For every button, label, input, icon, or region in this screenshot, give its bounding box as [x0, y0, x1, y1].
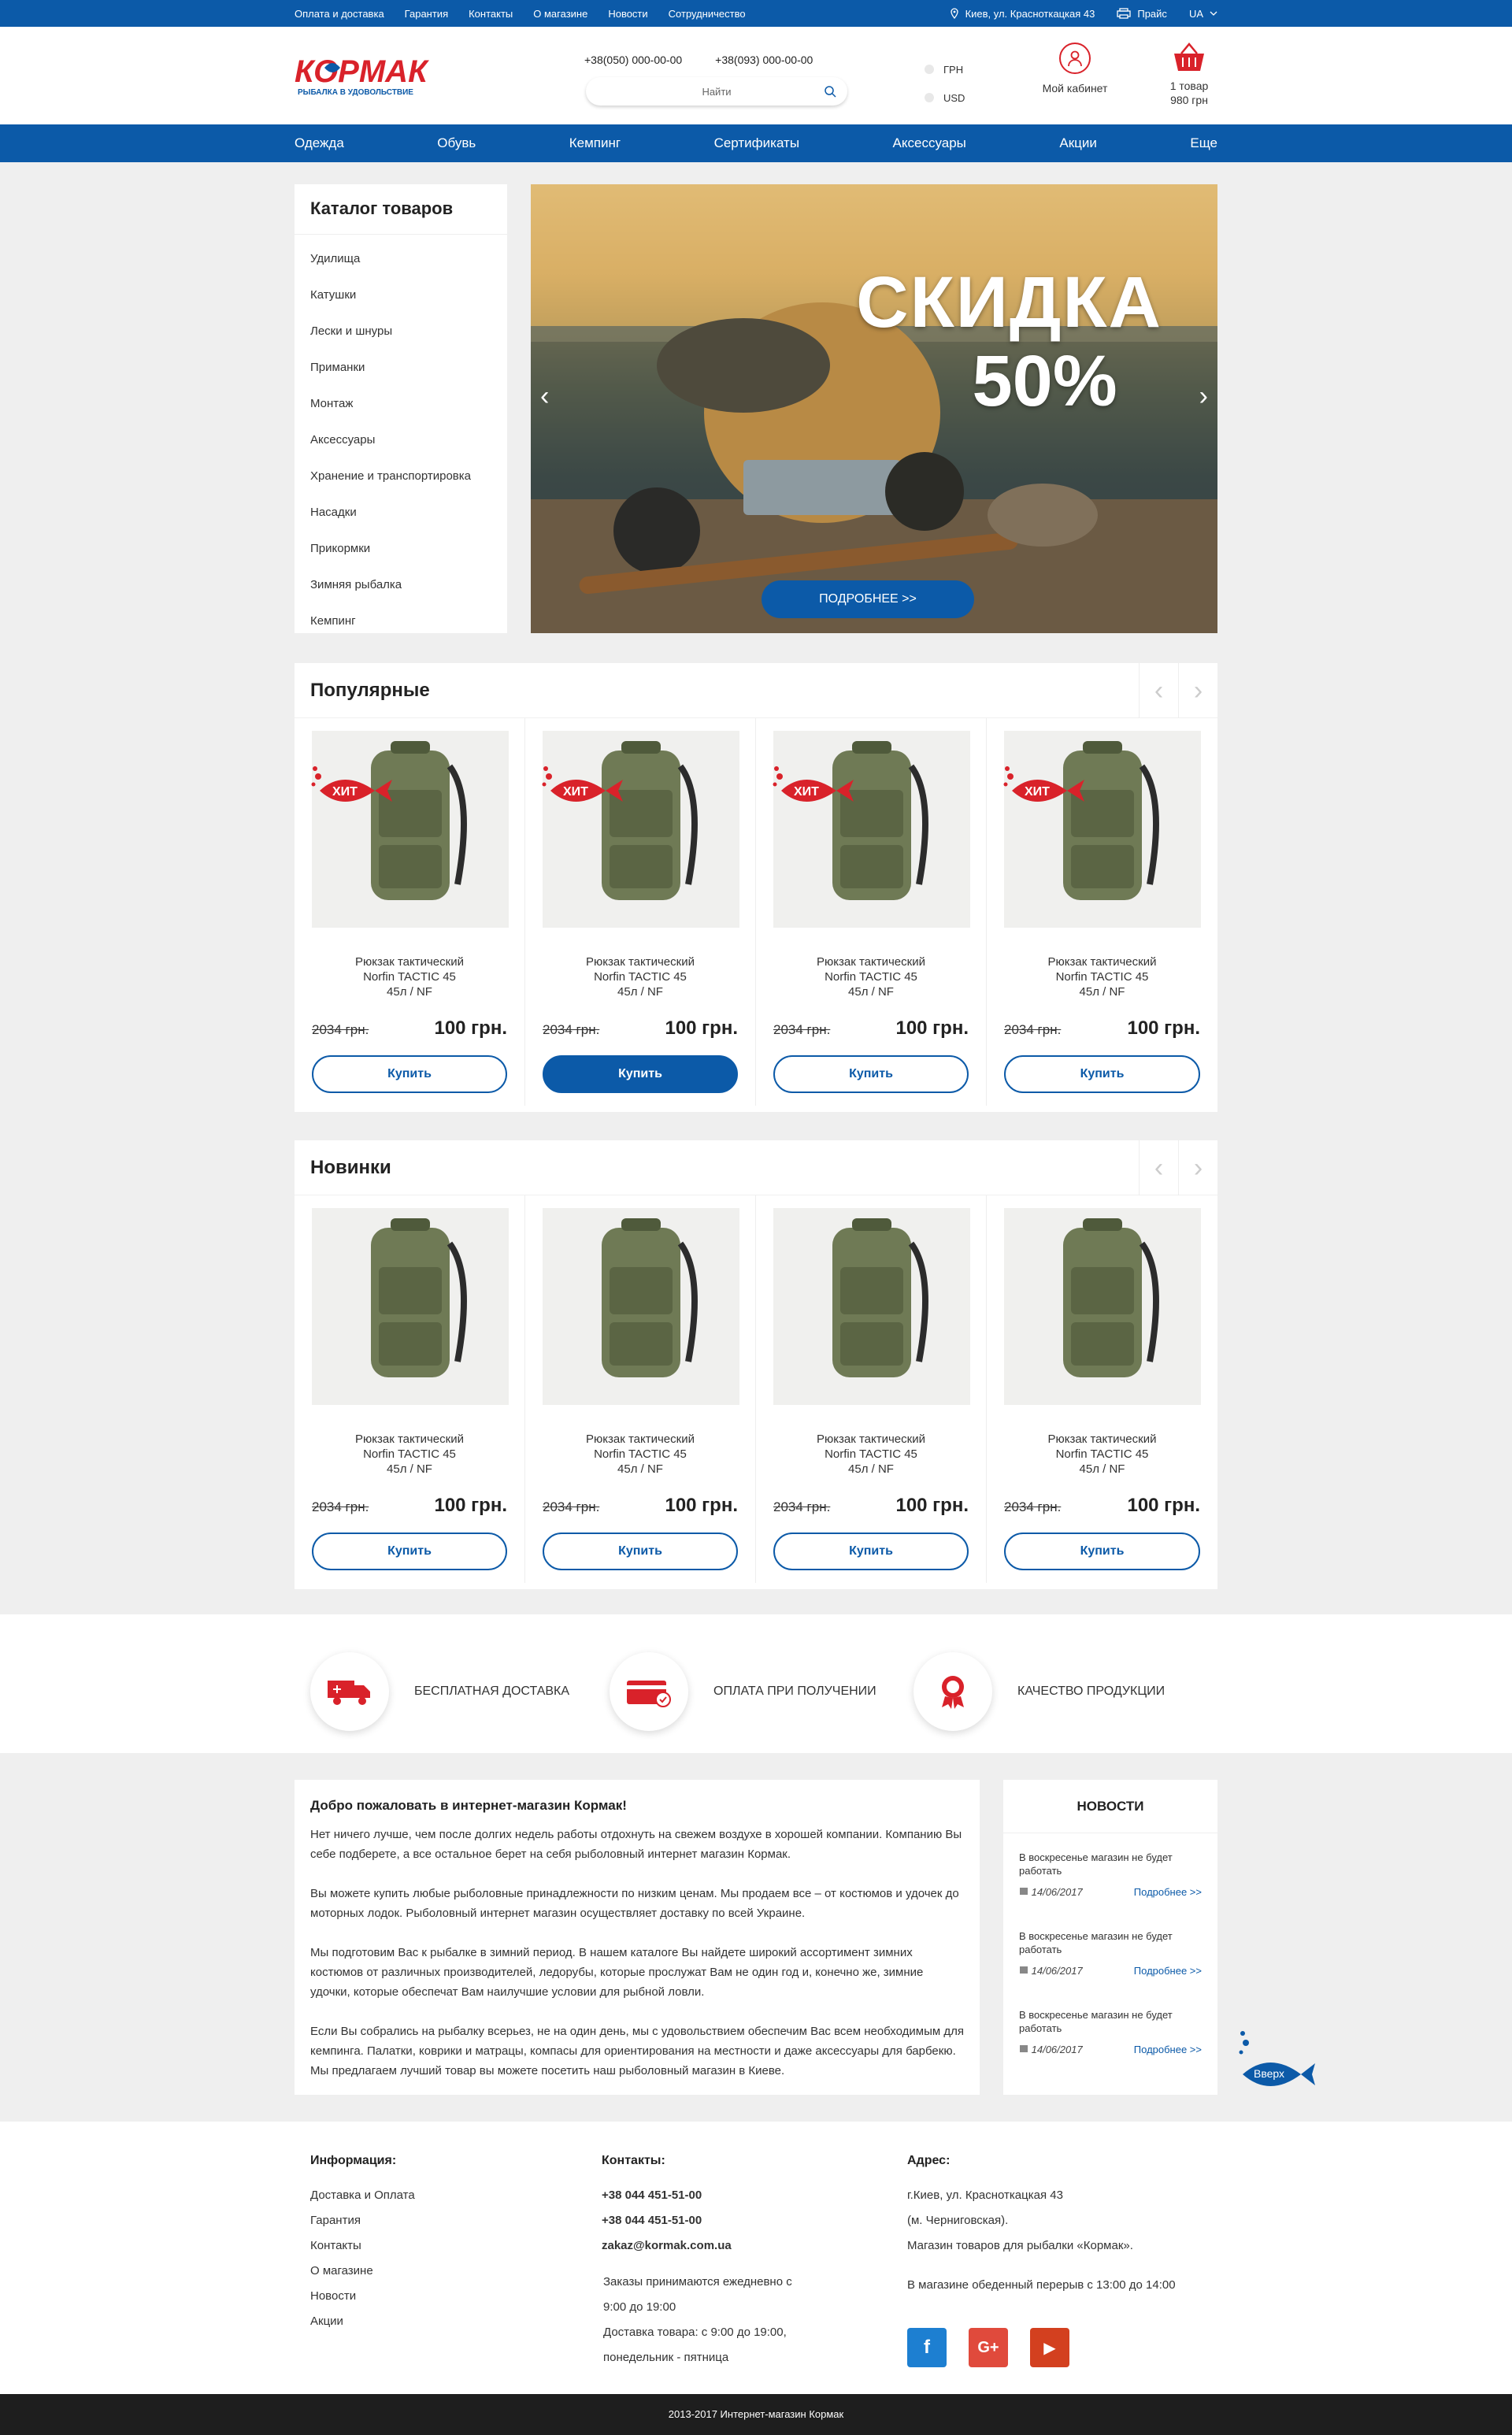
footer: Информация: Доставка и Оплата Гарантия К…: [0, 2122, 1512, 2394]
footer-link[interactable]: Контакты: [310, 2233, 415, 2259]
news-more-link[interactable]: Подробнее >>: [1134, 2043, 1202, 2056]
footer-break-hours: В магазине обеденный перерыв с 13:00 до …: [907, 2278, 1176, 2292]
footer-info-title: Информация:: [310, 2154, 397, 2167]
footer-phone[interactable]: +38 044 451-51-00: [602, 2183, 792, 2208]
social-links: f G+ ▶: [907, 2328, 1069, 2367]
footer-address-line: Магазин товаров для рыбалки «Кормак».: [907, 2239, 1133, 2252]
news-date: 14/06/2017: [1019, 1964, 1083, 1977]
news-item: В воскресенье магазин не будет работать …: [1003, 1833, 1217, 1912]
news-date: 14/06/2017: [1019, 1885, 1083, 1899]
about-paragraph: Вы можете купить любые рыболовные принад…: [310, 1887, 959, 1920]
news-text[interactable]: В воскресенье магазин не будет работать: [1019, 2008, 1202, 2035]
footer-address-title: Адрес:: [907, 2154, 951, 2167]
footer-address-line: (м. Черниговская).: [907, 2214, 1009, 2227]
about-paragraph: Мы подготовим Вас к рыбалке в зимний пер…: [310, 1946, 924, 1999]
footer-link[interactable]: Новости: [310, 2284, 415, 2309]
footer-link[interactable]: Акции: [310, 2309, 415, 2334]
news-item: В воскресенье магазин не будет работать …: [1003, 1912, 1217, 1991]
news-text[interactable]: В воскресенье магазин не будет работать: [1019, 1929, 1202, 1956]
footer-link[interactable]: Гарантия: [310, 2208, 415, 2233]
footer-address-line: г.Киев, ул. Красноткацкая 43: [907, 2189, 1063, 2202]
google-plus-icon[interactable]: G+: [969, 2328, 1008, 2367]
scroll-to-top-button[interactable]: Вверх: [1236, 2029, 1315, 2092]
footer-contacts-title: Контакты:: [602, 2154, 665, 2167]
calendar-icon: [1020, 1888, 1028, 1895]
about-text: Добро пожаловать в интернет-магазин Корм…: [295, 1780, 980, 2095]
footer-delivery: Доставка товара: с 9:00 до 19:00, понедел…: [603, 2326, 787, 2364]
footer-phone[interactable]: +38 044 451-51-00: [602, 2208, 792, 2233]
calendar-icon: [1020, 1966, 1028, 1974]
news-text[interactable]: В воскресенье магазин не будет работать: [1019, 1851, 1202, 1877]
fish-icon: Вверх: [1239, 2031, 1315, 2086]
news-date: 14/06/2017: [1019, 2043, 1083, 2056]
about-paragraph: Нет ничего лучше, чем после долгих недел…: [310, 1828, 962, 1861]
footer-contacts: Контакты: +38 044 451-51-00 +38 044 451-…: [602, 2148, 792, 2370]
footer-address: Адрес: г.Киев, ул. Красноткацкая 43 (м. …: [907, 2148, 1176, 2298]
facebook-icon[interactable]: f: [907, 2328, 947, 2367]
calendar-icon: [1020, 2045, 1028, 2052]
footer-email[interactable]: zakaz@kormak.com.ua: [602, 2233, 792, 2259]
youtube-icon[interactable]: ▶: [1030, 2328, 1069, 2367]
news-more-link[interactable]: Подробнее >>: [1134, 1885, 1202, 1899]
footer-link[interactable]: Доставка и Оплата: [310, 2183, 415, 2208]
footer-link[interactable]: О магазине: [310, 2259, 415, 2284]
news-item: В воскресенье магазин не будет работать …: [1003, 1991, 1217, 2070]
svg-text:Вверх: Вверх: [1254, 2067, 1284, 2080]
news-widget: НОВОСТИ В воскресенье магазин не будет р…: [1003, 1780, 1217, 2095]
news-more-link[interactable]: Подробнее >>: [1134, 1964, 1202, 1977]
footer-info: Информация: Доставка и Оплата Гарантия К…: [310, 2148, 415, 2334]
news-title: НОВОСТИ: [1003, 1780, 1217, 1833]
about-title: Добро пожаловать в интернет-магазин Корм…: [310, 1798, 627, 1813]
copyright: 2013-2017 Интернет-магазин Кормак: [0, 2394, 1512, 2435]
about-paragraph: Если Вы собрались на рыбалку всерьез, не…: [310, 2025, 964, 2077]
footer-orders: Заказы принимаются ежедневно с 9:00 до 19…: [603, 2275, 792, 2314]
